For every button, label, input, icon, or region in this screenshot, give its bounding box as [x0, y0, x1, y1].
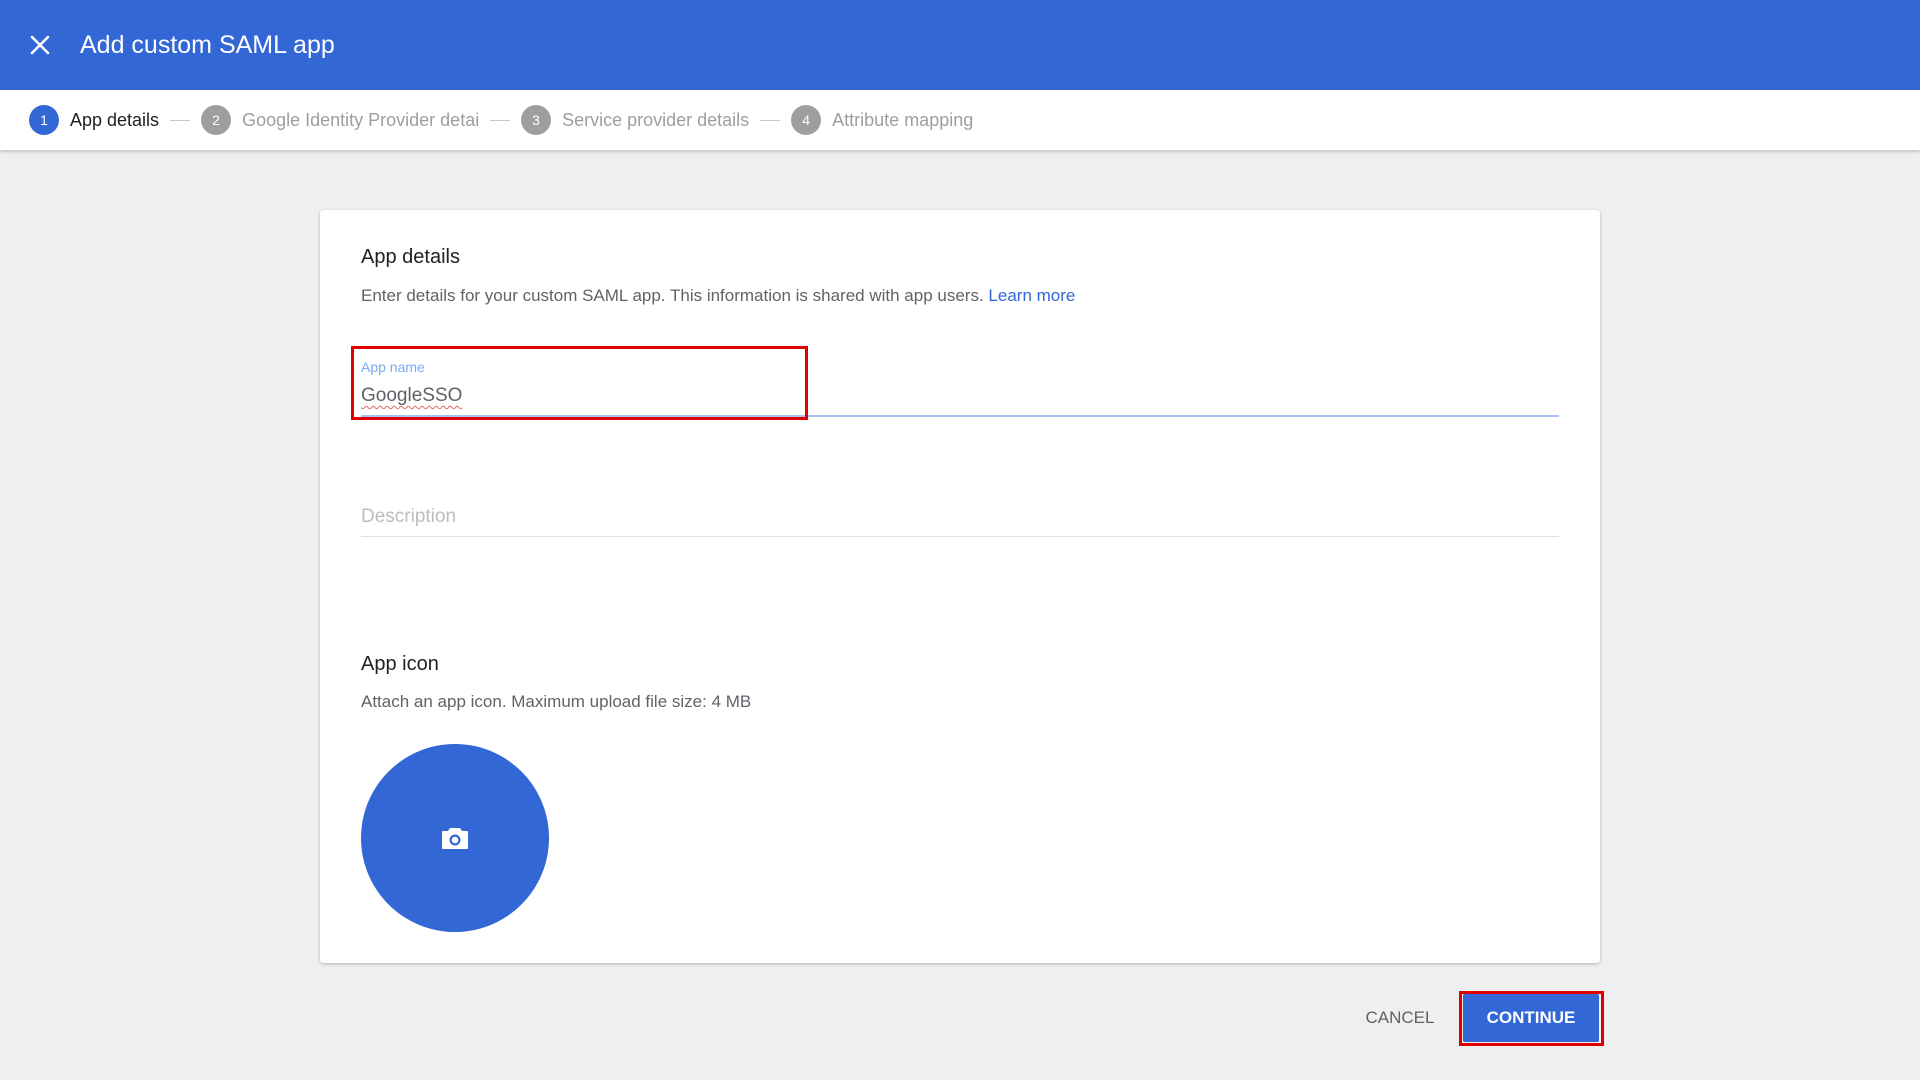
top-app-bar: Add custom SAML app — [0, 0, 1920, 90]
page-title: Add custom SAML app — [80, 30, 335, 59]
app-icon-upload-button[interactable] — [361, 744, 549, 932]
step-label: Attribute mapping — [832, 109, 974, 130]
step-label: Google Identity Provider details — [242, 109, 480, 130]
app-details-heading: App details — [361, 246, 460, 268]
step-service-provider-details[interactable]: 3 Service provider details — [521, 105, 749, 135]
step-separator — [490, 119, 511, 121]
step-number: 4 — [791, 105, 822, 135]
step-number: 2 — [201, 105, 232, 135]
highlight-box-continue — [1459, 991, 1604, 1046]
app-details-description-text: Enter details for your custom SAML app. … — [361, 286, 984, 305]
camera-icon — [442, 828, 468, 849]
description-input[interactable]: Description — [361, 506, 1559, 528]
description-underline — [361, 536, 1559, 537]
description-field[interactable]: Description — [361, 506, 1559, 537]
app-icon-heading: App icon — [361, 653, 439, 675]
step-app-details[interactable]: 1 App details — [29, 105, 159, 135]
step-number: 1 — [29, 105, 59, 135]
step-separator — [170, 119, 191, 121]
step-label: Service provider details — [562, 109, 750, 130]
step-label: App details — [70, 109, 160, 130]
close-button[interactable] — [20, 25, 60, 65]
cancel-button[interactable]: CANCEL — [1360, 1002, 1440, 1034]
app-icon-description: Attach an app icon. Maximum upload file … — [361, 692, 752, 711]
highlight-box-app-name — [351, 346, 808, 420]
app-details-description: Enter details for your custom SAML app. … — [361, 286, 1075, 306]
close-icon — [30, 35, 50, 55]
step-separator — [760, 119, 781, 121]
stepper: 1 App details 2 Google Identity Provider… — [0, 90, 1920, 150]
step-number: 3 — [521, 105, 552, 135]
step-google-idp-details[interactable]: 2 Google Identity Provider details — [201, 105, 479, 135]
app-details-card: App details Enter details for your custo… — [320, 210, 1600, 963]
learn-more-link[interactable]: Learn more — [988, 286, 1075, 305]
step-attribute-mapping[interactable]: 4 Attribute mapping — [791, 105, 973, 135]
